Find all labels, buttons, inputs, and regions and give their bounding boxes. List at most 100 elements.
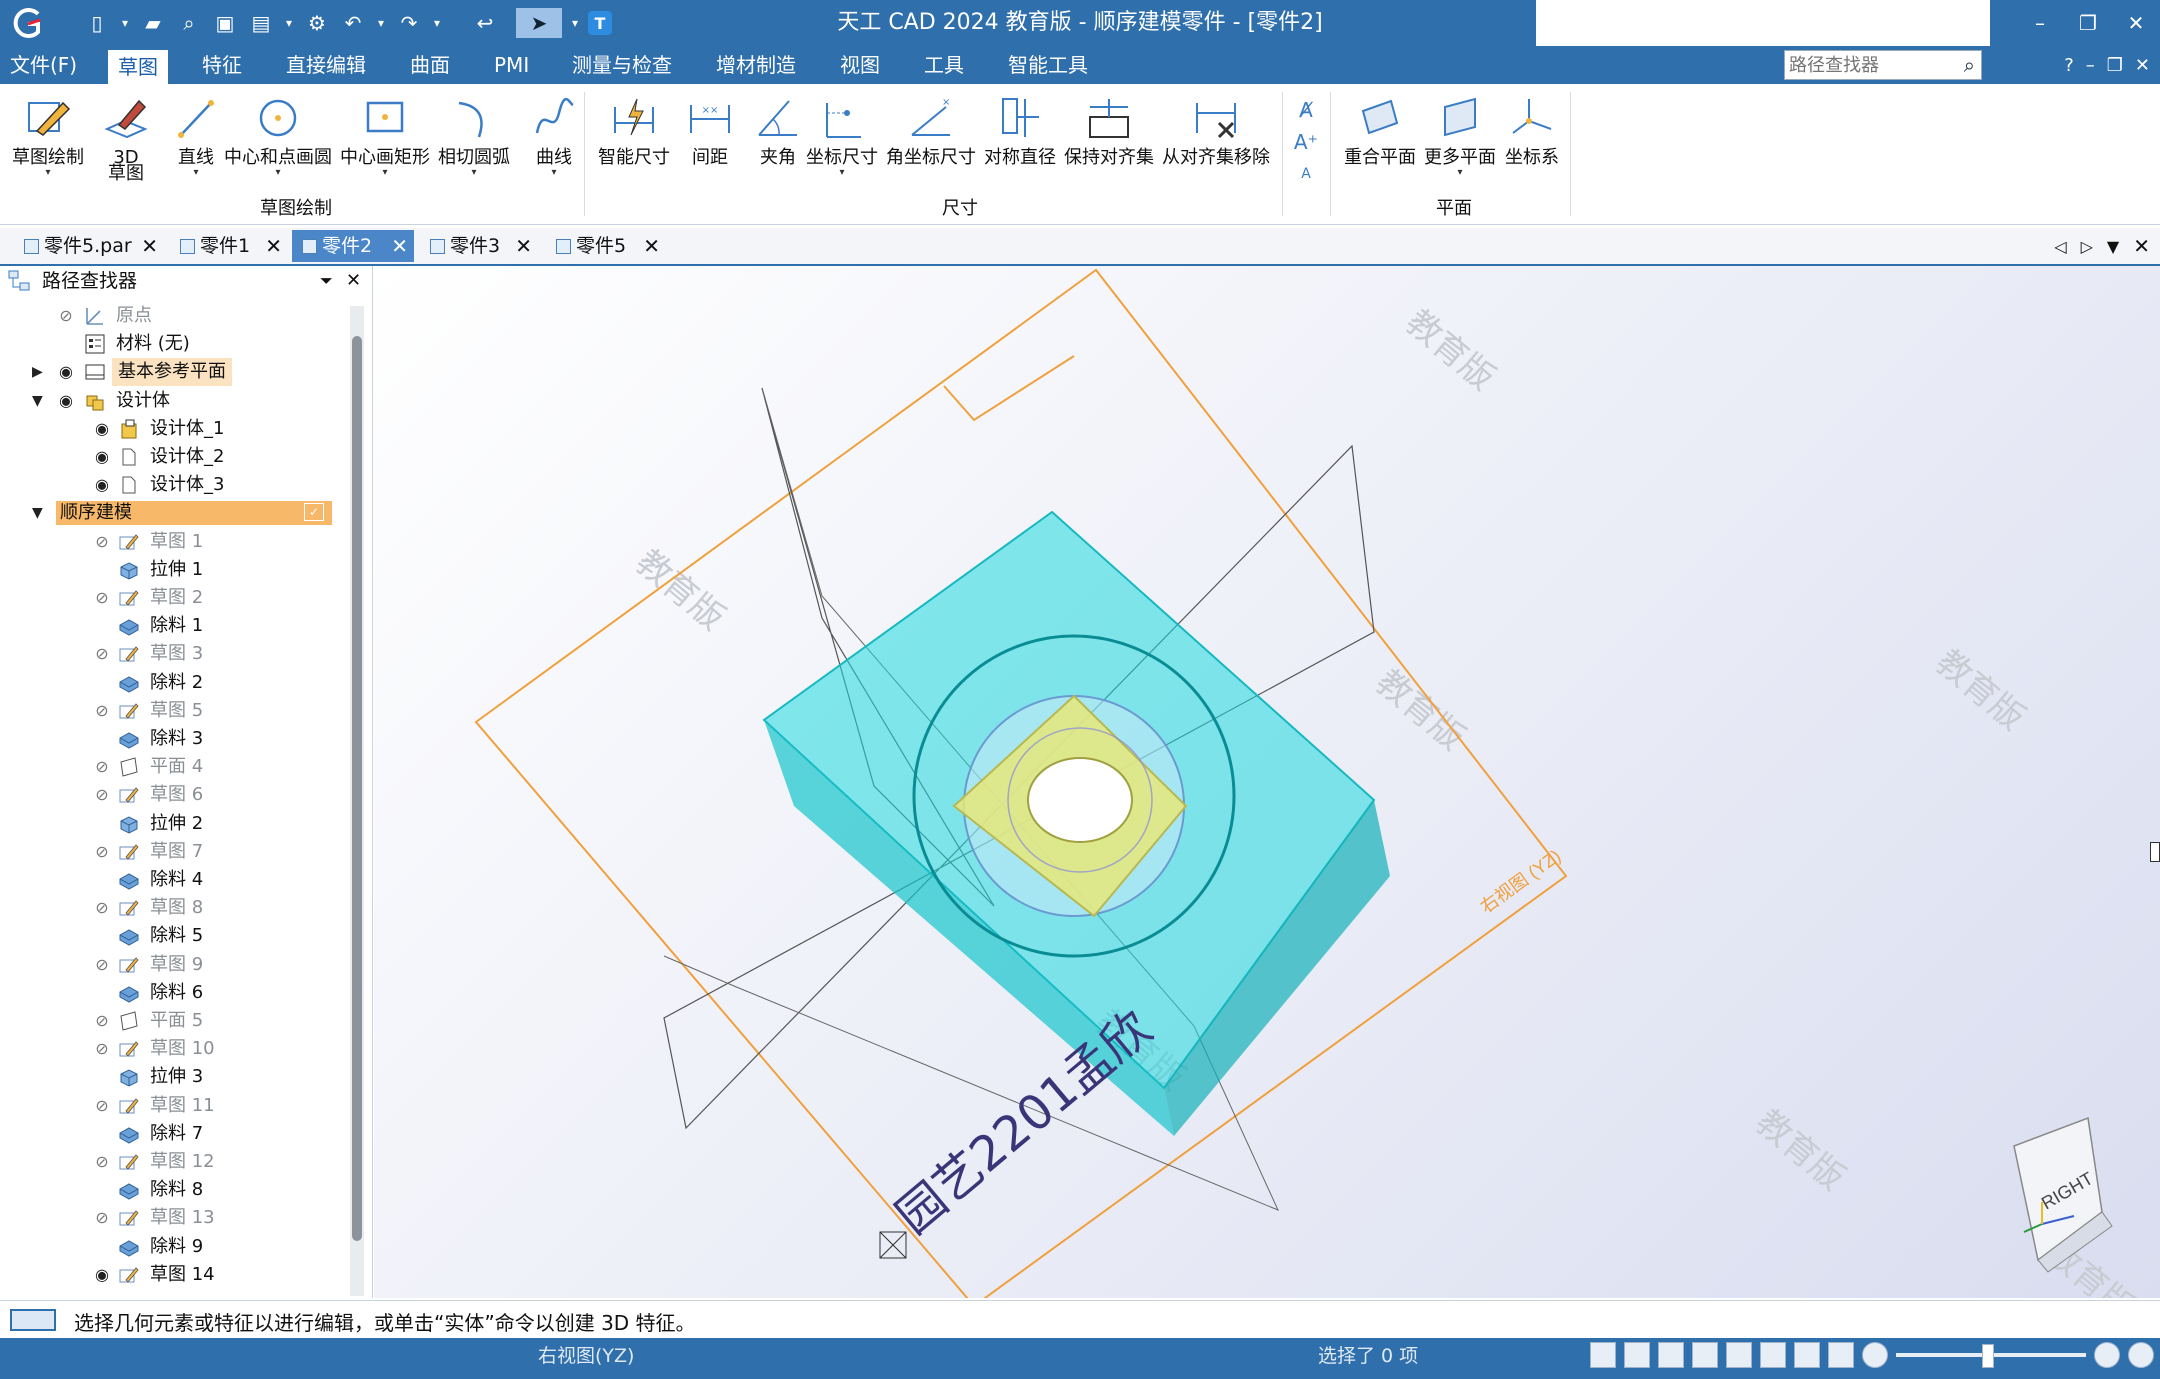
tree-row[interactable]: 除料 2	[0, 669, 340, 697]
tree-row[interactable]: ⊘ 草图 3	[0, 640, 340, 668]
tree-row[interactable]: ▶ ◉ 基本参考平面	[0, 358, 340, 387]
rotate-icon[interactable]	[1760, 1342, 1786, 1368]
collapse-icon[interactable]: ▼	[32, 499, 48, 527]
zoom-out-icon[interactable]	[1862, 1342, 1888, 1368]
tree-row[interactable]: ⊘ 草图 7	[0, 838, 340, 866]
tree-row[interactable]: 拉伸 3	[0, 1063, 340, 1091]
tree-row[interactable]: ⊘ 草图 8	[0, 894, 340, 922]
eye-hidden-icon[interactable]: ⊘	[92, 894, 112, 922]
panel-close-icon[interactable]: ✕	[346, 266, 361, 296]
graphics-viewport[interactable]: 教育版 教育版 教育版 教育版 教育版 教育版 教育版 右视图 (YZ) 园艺2…	[374, 266, 2160, 1298]
menu-feature[interactable]: 特征	[192, 46, 252, 84]
zoom-area-icon[interactable]	[1658, 1342, 1684, 1368]
tree-row[interactable]: ⊘ 平面 5	[0, 1007, 340, 1035]
eye-hidden-icon[interactable]: ⊘	[92, 1007, 112, 1035]
tree-row[interactable]: 除料 9	[0, 1233, 340, 1261]
eye-icon[interactable]: ◉	[56, 387, 76, 415]
doc-close-button[interactable]: ✕	[2135, 55, 2150, 76]
tree-row[interactable]: 拉伸 1	[0, 556, 340, 584]
close-icon[interactable]: ✕	[515, 230, 532, 262]
menu-file[interactable]: 文件(F)	[0, 46, 87, 84]
close-icon[interactable]: ✕	[391, 230, 408, 262]
help-button[interactable]: ?	[2064, 55, 2074, 76]
tree-row[interactable]: 材料 (无)	[0, 330, 340, 358]
zoom-slider[interactable]	[1896, 1344, 2086, 1368]
tool-curve[interactable]: 曲线 ▾	[526, 90, 582, 178]
tree-row[interactable]: ⊘ 原点	[0, 302, 340, 330]
tree-row[interactable]: ◉ 设计体_3	[0, 471, 340, 499]
tab-part5-par[interactable]: 零件5.par ✕	[14, 230, 164, 262]
tree-row[interactable]: 除料 1	[0, 612, 340, 640]
eye-hidden-icon[interactable]: ⊘	[92, 753, 112, 781]
tree-row[interactable]: 除料 7	[0, 1120, 340, 1148]
tree-row[interactable]: ⊘ 草图 6	[0, 781, 340, 809]
tree-row[interactable]: ◉ 设计体_2	[0, 443, 340, 471]
tool-coordinate-system[interactable]: 坐标系	[1504, 90, 1560, 168]
tree-row[interactable]: 拉伸 2	[0, 810, 340, 838]
doc-minimize-button[interactable]: –	[2086, 55, 2095, 76]
view-orient-icon[interactable]	[1624, 1342, 1650, 1368]
eye-icon[interactable]: ◉	[92, 471, 112, 499]
eye-icon[interactable]: ◉	[92, 443, 112, 471]
camera-icon[interactable]	[1590, 1342, 1616, 1368]
eye-hidden-icon[interactable]: ⊘	[92, 838, 112, 866]
eye-hidden-icon[interactable]: ⊘	[92, 640, 112, 668]
display-style-icon[interactable]	[1794, 1342, 1820, 1368]
tool-angular-coordinate[interactable]: × 角坐标尺寸	[886, 90, 976, 168]
tree-row[interactable]: ⊘ 草图 5	[0, 697, 340, 725]
render-icon[interactable]	[1828, 1342, 1854, 1368]
eye-icon[interactable]: ◉	[56, 358, 76, 386]
viewport-side-handle[interactable]	[2150, 842, 2160, 862]
eye-hidden-icon[interactable]: ⊘	[92, 951, 112, 979]
tree-row[interactable]: ◉ 草图 14	[0, 1261, 340, 1289]
text-decrease-icon[interactable]: A	[1292, 158, 1320, 190]
tab-part1[interactable]: 零件1 ✕	[170, 230, 288, 262]
tree-row[interactable]: 除料 3	[0, 725, 340, 753]
eye-hidden-icon[interactable]: ⊘	[56, 302, 76, 330]
tool-more-planes[interactable]: 更多平面 ▾	[1424, 90, 1496, 178]
menu-view[interactable]: 视图	[830, 46, 890, 84]
eye-hidden-icon[interactable]: ⊘	[92, 697, 112, 725]
eye-hidden-icon[interactable]: ⊘	[92, 781, 112, 809]
tree-row[interactable]: ◉ 设计体_1	[0, 415, 340, 443]
tool-sketch-draw[interactable]: 草图绘制 ▾	[12, 90, 84, 178]
menu-additive[interactable]: 增材制造	[706, 46, 806, 84]
model-canvas[interactable]: 教育版 教育版 教育版 教育版 教育版 教育版 教育版 右视图 (YZ) 园艺2…	[374, 266, 2160, 1298]
menu-measure[interactable]: 测量与检查	[562, 46, 682, 84]
close-icon[interactable]: ✕	[141, 230, 158, 262]
tree-row[interactable]: 除料 5	[0, 922, 340, 950]
eye-icon[interactable]: ◉	[92, 1261, 112, 1289]
menu-direct-edit[interactable]: 直接编辑	[276, 46, 376, 84]
tree-row[interactable]: ▼ 顺序建模 ✓	[0, 499, 340, 527]
zoom-in-icon[interactable]	[2094, 1342, 2120, 1368]
tree-row[interactable]: 除料 8	[0, 1176, 340, 1204]
panel-menu-icon[interactable]: ⏷	[320, 266, 333, 296]
zoom-slider-thumb[interactable]	[1982, 1344, 1994, 1368]
text-increase-icon[interactable]: A⁺	[1292, 126, 1320, 158]
tab-prev-icon[interactable]: ◁	[2054, 237, 2066, 256]
tree-row[interactable]: ⊘ 平面 4	[0, 753, 340, 781]
eye-hidden-icon[interactable]: ⊘	[92, 1092, 112, 1120]
text-scale-icon[interactable]: Ⱥ	[1292, 94, 1320, 126]
tool-center-rect[interactable]: 中心画矩形 ▾	[340, 90, 430, 178]
tool-coordinate-dimension[interactable]: 坐标尺寸 ▾	[806, 90, 878, 178]
expand-icon[interactable]: ▶	[32, 358, 48, 386]
close-button[interactable]: ✕	[2112, 0, 2160, 46]
close-icon[interactable]: ✕	[265, 230, 282, 262]
eye-hidden-icon[interactable]: ⊘	[92, 1204, 112, 1232]
zoom-fit-icon[interactable]	[1692, 1342, 1718, 1368]
command-bar-icon[interactable]	[10, 1309, 56, 1331]
tab-list-icon[interactable]: ▼	[2107, 237, 2119, 256]
tab-part5[interactable]: 零件5 ✕	[546, 230, 666, 262]
doc-restore-button[interactable]: ❐	[2107, 55, 2123, 76]
tool-distance[interactable]: ×× 间距	[682, 90, 738, 168]
search-icon[interactable]: ⌕	[1964, 53, 1975, 77]
tree-row[interactable]: 除料 4	[0, 866, 340, 894]
tool-remove-alignment[interactable]: 从对齐集移除	[1162, 90, 1270, 168]
pathfinder-search-input[interactable]	[1785, 51, 1951, 79]
tool-tangent-arc[interactable]: 相切圆弧 ▾	[438, 90, 510, 178]
close-icon[interactable]: ✕	[643, 230, 660, 262]
eye-hidden-icon[interactable]: ⊘	[92, 1148, 112, 1176]
eye-hidden-icon[interactable]: ⊘	[92, 584, 112, 612]
tree-row[interactable]: ⊘ 草图 9	[0, 951, 340, 979]
